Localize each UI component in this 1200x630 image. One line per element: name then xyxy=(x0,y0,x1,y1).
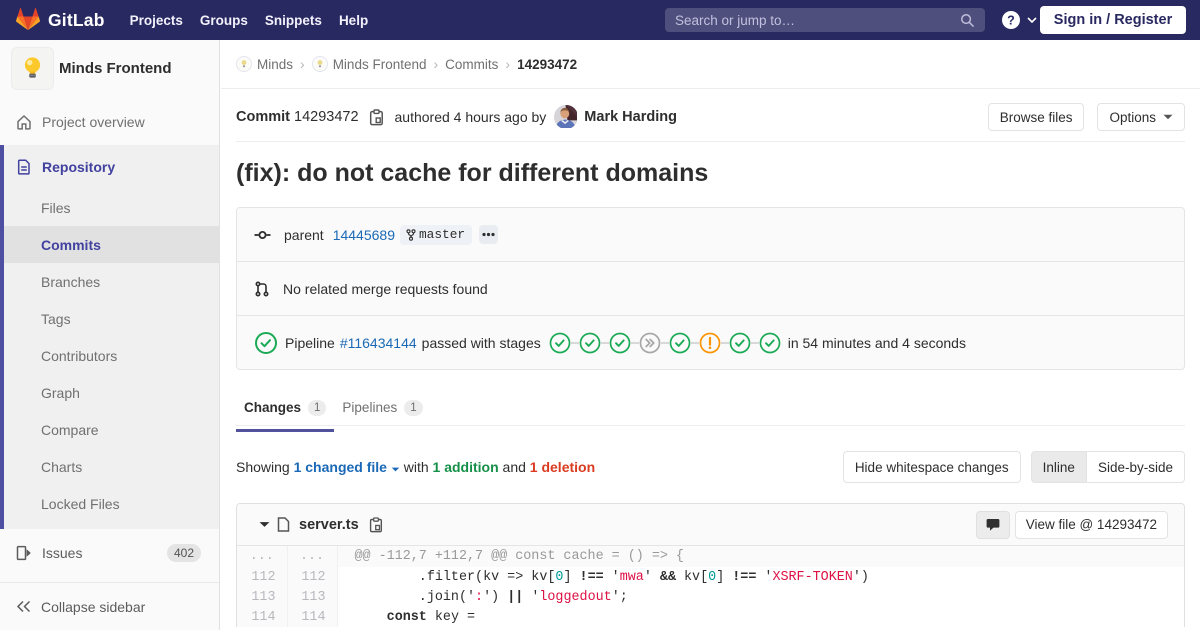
svg-text:?: ? xyxy=(1007,13,1015,27)
